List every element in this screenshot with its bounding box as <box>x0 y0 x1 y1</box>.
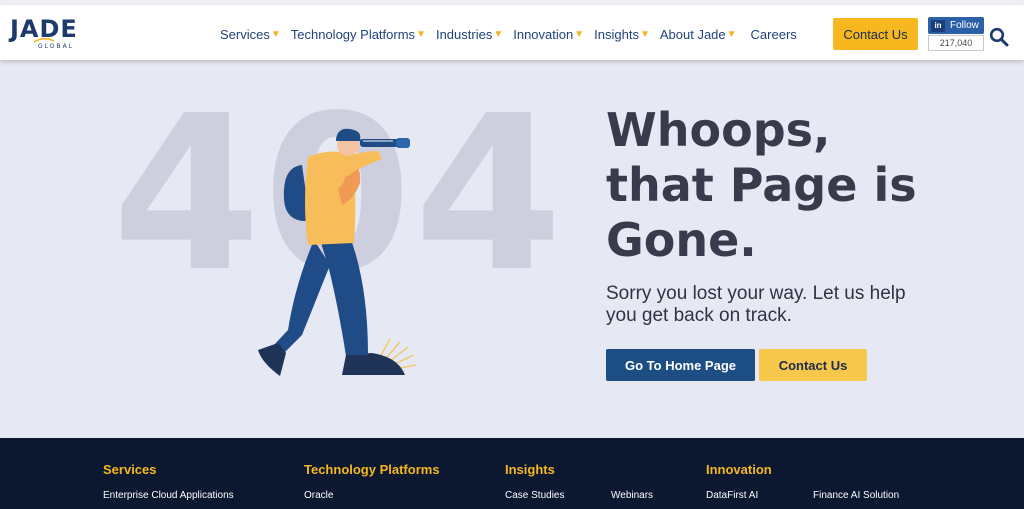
caret-down-icon: ▼ <box>574 28 585 40</box>
linkedin-icon: in <box>931 19 945 32</box>
caret-down-icon: ▼ <box>270 28 281 40</box>
footer-heading-insights[interactable]: Insights <box>505 462 555 477</box>
nav-item-about-jade[interactable]: About Jade ▼ <box>660 24 737 44</box>
caret-down-icon: ▼ <box>726 28 737 40</box>
linkedin-follow-label: Follow <box>950 20 979 31</box>
nav-label: About Jade <box>659 26 726 42</box>
footer-link-enterprise-cloud-applications[interactable]: Enterprise Cloud Applications <box>103 490 234 501</box>
header-contact-button[interactable]: Contact Us <box>833 18 918 50</box>
footer-link-oracle[interactable]: Oracle <box>304 490 333 501</box>
nav-label: Technology Platforms <box>290 26 416 42</box>
nav-label: Careers <box>750 26 797 42</box>
nav-item-services[interactable]: Services ▼ <box>220 24 281 44</box>
footer-heading-technology-platforms[interactable]: Technology Platforms <box>304 462 440 477</box>
man-with-telescope-illustration <box>258 128 417 376</box>
footer-heading-innovation[interactable]: Innovation <box>706 462 772 477</box>
footer-link-finance-ai-solution[interactable]: Finance AI Solution <box>813 490 899 501</box>
main-nav: Services ▼ Technology Platforms ▼ Indust… <box>220 24 797 44</box>
footer-link-case-studies[interactable]: Case Studies <box>505 490 564 501</box>
footer-link-webinars[interactable]: Webinars <box>611 490 653 501</box>
site-header: JADE GLOBAL Services ▼ Technology Platfo… <box>0 5 1024 60</box>
nav-label: Insights <box>594 26 639 42</box>
headline-line-1: Whoops, <box>606 103 831 157</box>
headline-line-2: that Page is <box>606 158 917 212</box>
nav-label: Services <box>220 26 270 42</box>
search-icon[interactable] <box>989 27 1009 47</box>
caret-down-icon: ▼ <box>493 28 504 40</box>
nav-item-innovation[interactable]: Innovation ▼ <box>513 24 584 44</box>
linkedin-follow-button[interactable]: in Follow <box>928 17 984 34</box>
caret-down-icon: ▼ <box>416 28 426 40</box>
caret-down-icon: ▼ <box>639 28 650 40</box>
page-subtext: Sorry you lost your way. Let us help you… <box>606 283 906 326</box>
nav-label: Innovation <box>513 26 574 42</box>
contact-us-button[interactable]: Contact Us <box>759 349 867 381</box>
nav-item-careers[interactable]: Careers <box>751 24 797 44</box>
linkedin-follow-widget: in Follow 217,040 <box>928 17 984 51</box>
nav-item-industries[interactable]: Industries ▼ <box>436 24 503 44</box>
page-headline: Whoops, that Page is Gone. <box>606 103 917 268</box>
footer-link-datafirst-ai[interactable]: DataFirst AI <box>706 490 758 501</box>
nav-item-technology-platforms[interactable]: Technology Platforms ▼ <box>291 24 426 44</box>
site-footer: Services Enterprise Cloud Applications T… <box>0 438 1024 509</box>
nav-item-insights[interactable]: Insights ▼ <box>594 24 650 44</box>
linkedin-follower-count: 217,040 <box>928 35 984 51</box>
nav-label: Industries <box>435 26 493 42</box>
footer-heading-services[interactable]: Services <box>103 462 157 477</box>
go-home-button[interactable]: Go To Home Page <box>606 349 755 381</box>
logo-subtext: GLOBAL <box>38 43 75 50</box>
jade-global-logo[interactable]: JADE GLOBAL <box>10 13 80 53</box>
headline-line-3: Gone. <box>606 213 757 267</box>
